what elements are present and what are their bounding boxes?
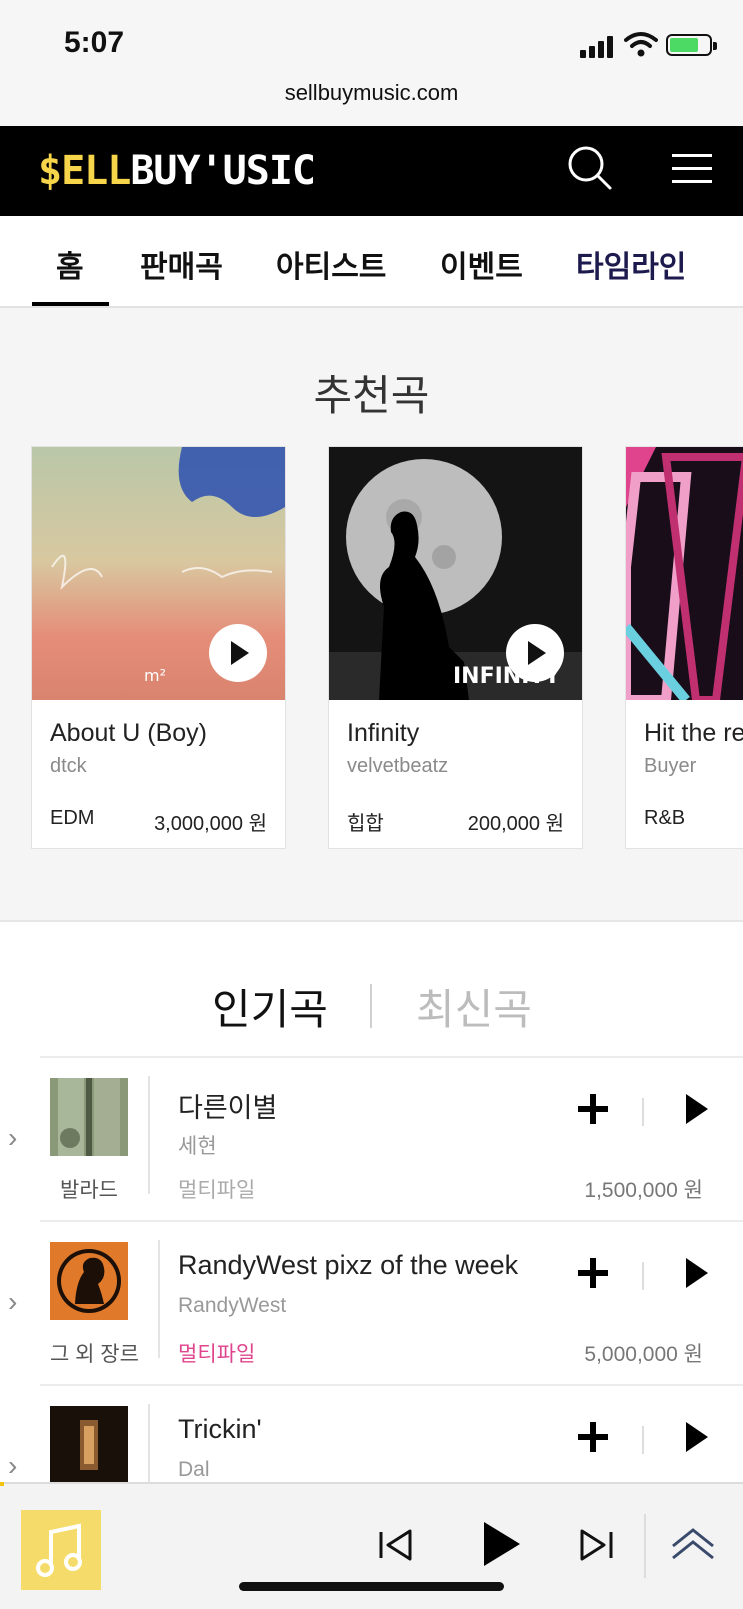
- add-icon[interactable]: [578, 1422, 608, 1452]
- tab-timeline[interactable]: 타임라인: [576, 242, 686, 286]
- card-artist: dtck: [50, 755, 87, 777]
- album-thumbnail: [50, 1406, 128, 1484]
- tab-separator: [370, 984, 372, 1028]
- tab-newest[interactable]: 최신곡: [416, 976, 532, 1037]
- chevron-up-icon[interactable]: [670, 1526, 716, 1562]
- tab-popular[interactable]: 인기곡: [212, 976, 328, 1037]
- battery-icon: [666, 34, 717, 56]
- card-title: About U (Boy): [50, 719, 208, 747]
- status-bar: 5:07 sellbuymusic.com: [0, 0, 743, 126]
- play-button[interactable]: [506, 624, 564, 682]
- tab-home[interactable]: 홈: [56, 242, 84, 286]
- list-item[interactable]: › 그 외 장르 RandyWest pixz of the week Rand…: [0, 1220, 743, 1384]
- main-nav: 홈 판매곡 아티스트 이벤트 타임라인: [0, 216, 743, 308]
- row-genre: 그 외 장르: [50, 1343, 139, 1366]
- row-artist: Dal: [178, 1458, 210, 1481]
- wifi-icon: [624, 32, 658, 57]
- album-art: [626, 447, 743, 700]
- card-genre: 힙합: [347, 813, 384, 835]
- card-title: Hit the re: [644, 719, 743, 747]
- svg-text:m²: m²: [144, 666, 166, 685]
- list-item[interactable]: › 발라드 다른이별 세현 멀티파일 1,500,000 원: [0, 1056, 743, 1220]
- recommended-card[interactable]: INFINITY Infinity velvetbeatz 힙합 200,000…: [328, 446, 583, 849]
- site-header: $ELLBUY'USIC: [0, 126, 743, 216]
- next-track-icon[interactable]: [578, 1528, 614, 1562]
- address-bar-url[interactable]: sellbuymusic.com: [0, 80, 743, 106]
- recommended-card[interactable]: Hit the re Buyer R&B: [625, 446, 743, 849]
- music-note-icon[interactable]: [21, 1510, 101, 1590]
- play-button[interactable]: [209, 624, 267, 682]
- card-artist: Buyer: [644, 755, 697, 777]
- add-icon[interactable]: [578, 1094, 608, 1124]
- chevron-right-icon[interactable]: ›: [8, 1122, 17, 1154]
- card-genre: R&B: [644, 807, 686, 829]
- album-thumbnail: [50, 1242, 128, 1320]
- home-indicator: [239, 1582, 504, 1591]
- card-genre: EDM: [50, 807, 95, 829]
- card-artist: velvetbeatz: [347, 755, 449, 777]
- recommended-title: 추천곡: [313, 372, 430, 419]
- status-time: 5:07: [64, 26, 125, 59]
- row-title: 다른이별: [178, 1093, 278, 1123]
- tab-events[interactable]: 이벤트: [440, 242, 523, 286]
- card-price: 3,000,000 원: [154, 813, 267, 835]
- chevron-right-icon[interactable]: ›: [8, 1286, 17, 1318]
- chevron-right-icon[interactable]: ›: [8, 1450, 17, 1482]
- card-title: Infinity: [347, 719, 420, 747]
- row-title: RandyWest pixz of the week: [178, 1250, 519, 1280]
- logo-accent: $ELL: [38, 148, 131, 194]
- add-icon[interactable]: [578, 1258, 608, 1288]
- row-genre: 발라드: [60, 1179, 118, 1202]
- play-icon[interactable]: [686, 1258, 708, 1288]
- play-icon[interactable]: [482, 1520, 522, 1568]
- signal-icon: [580, 34, 616, 58]
- row-price: 5,000,000 원: [584, 1343, 703, 1366]
- row-file-type: 멀티파일: [178, 1179, 256, 1202]
- row-artist: RandyWest: [178, 1294, 287, 1317]
- page: 5:07 sellbuymusic.com $ELLBUY'USIC 홈 판매곡…: [0, 0, 743, 1609]
- playback-progress[interactable]: [0, 1482, 4, 1486]
- play-icon[interactable]: [686, 1094, 708, 1124]
- row-title: Trickin': [178, 1414, 262, 1444]
- tab-artists[interactable]: 아티스트: [276, 242, 386, 286]
- logo-rest: BUY'USIC: [130, 148, 316, 194]
- card-price: 200,000 원: [467, 813, 564, 835]
- row-file-type: 멀티파일: [178, 1343, 256, 1366]
- tab-for-sale[interactable]: 판매곡: [140, 242, 223, 286]
- row-price: 1,500,000 원: [584, 1179, 703, 1202]
- album-thumbnail: [50, 1078, 128, 1156]
- search-icon[interactable]: [566, 144, 614, 192]
- hamburger-menu-icon[interactable]: [672, 152, 712, 186]
- recommended-card[interactable]: m² About U (Boy) dtck EDM 3,000,000 원: [31, 446, 286, 849]
- previous-track-icon[interactable]: [378, 1528, 414, 1562]
- site-logo[interactable]: $ELLBUY'USIC: [38, 148, 316, 194]
- play-icon[interactable]: [686, 1422, 708, 1452]
- row-artist: 세현: [178, 1135, 217, 1158]
- active-tab-indicator: [32, 302, 109, 306]
